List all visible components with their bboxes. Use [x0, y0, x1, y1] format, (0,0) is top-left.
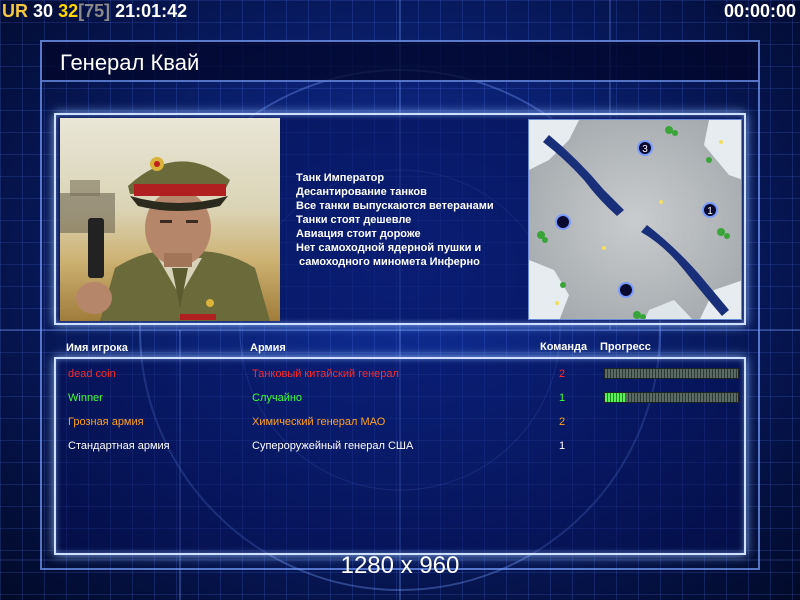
hud-timer: 00:00:00 — [723, 1, 796, 21]
resolution-label: 1280 x 960 — [340, 552, 460, 579]
player-army: Случайно — [252, 392, 303, 404]
feature-item: Авиация стоит дороже — [296, 228, 421, 240]
general-features-list: Танк Император Десантирование танков Все… — [296, 171, 526, 269]
player-army: Супероружейный генерал США — [252, 440, 414, 452]
hud-stats: UR 30 32[75] 21:01:42 — [2, 0, 187, 22]
table-row: dead coin Танковый китайский генерал 2 — [56, 364, 748, 384]
player-team: 2 — [559, 416, 566, 428]
column-header-progress: Прогресс — [600, 341, 651, 353]
players-table: dead coin Танковый китайский генерал 2 W… — [54, 357, 746, 555]
player-progress-bar — [604, 392, 739, 403]
column-header-name: Имя игрока — [66, 342, 128, 354]
column-header-team: Команда — [540, 341, 588, 353]
player-progress-bar — [604, 368, 739, 379]
title-bar: Генерал Квай — [40, 40, 760, 82]
player-team: 2 — [559, 368, 566, 380]
player-name: Стандартная армия — [68, 440, 170, 452]
feature-item: Танк Император — [296, 172, 385, 184]
hud-value-b: 32 — [58, 1, 79, 21]
feature-item: Все танки выпускаются ветеранами — [296, 200, 494, 212]
feature-item: Танки стоят дешевле — [296, 214, 412, 226]
feature-item: самоходного миномета Инферно — [296, 256, 480, 268]
table-row: Стандартная армия Супероружейный генерал… — [56, 436, 748, 456]
general-title: Генерал Квай — [60, 50, 200, 75]
table-row: Winner Случайно 1 — [56, 388, 748, 408]
progress-fill — [605, 393, 627, 402]
player-team: 1 — [559, 392, 566, 404]
player-army: Танковый китайский генерал — [252, 368, 399, 380]
hud-prefix: UR — [2, 1, 28, 21]
player-team: 1 — [559, 440, 566, 452]
hud-clock: 21:01:42 — [115, 1, 188, 21]
loading-screen: UR 30 32[75] 21:01:42 00:00:00 Генерал К… — [0, 0, 800, 600]
hud-bracket: [75] — [78, 1, 111, 21]
player-name: Грозная армия — [68, 416, 144, 428]
player-army: Химический генерал МАО — [252, 416, 386, 428]
table-row: Грозная армия Химический генерал МАО 2 — [56, 412, 748, 432]
start-marker-label: 1 — [707, 206, 713, 217]
feature-item: Нет самоходной ядерной пушки и — [296, 242, 482, 254]
map-preview: 3 1 — [528, 119, 742, 320]
start-marker-label: 3 — [642, 144, 648, 155]
player-name: Winner — [68, 392, 103, 404]
general-portrait — [60, 118, 280, 321]
player-name: dead coin — [68, 368, 116, 380]
feature-item: Десантирование танков — [296, 186, 427, 198]
column-header-army: Армия — [250, 342, 286, 354]
hud-value-a: 30 — [33, 1, 54, 21]
